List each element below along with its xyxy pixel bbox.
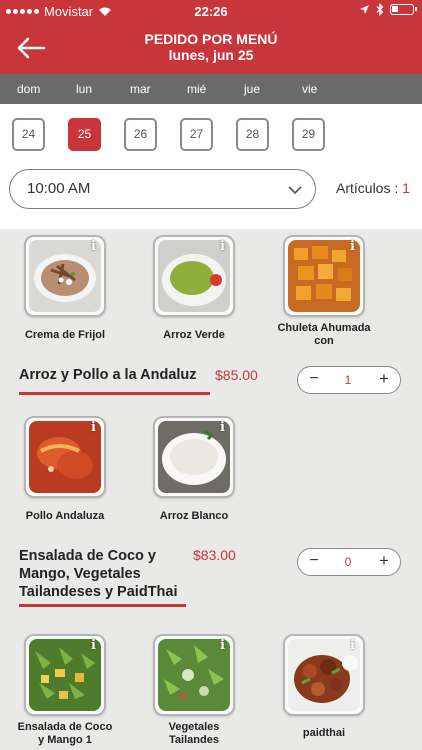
combo-title-line: Ensalada de Coco y	[19, 548, 156, 564]
dish-name-vegetales-tailandes: Vegetales Tailandes	[139, 721, 249, 747]
combo-underline	[19, 392, 210, 395]
dish-name-arroz-blanco: Arroz Blanco	[159, 510, 229, 522]
time-select-value: 10:00 AM	[27, 180, 91, 197]
info-icon[interactable]: i	[220, 239, 225, 254]
combo-title-line: Mango, Vegetales	[19, 566, 141, 582]
dish-name-line: y Mango 1	[38, 734, 92, 746]
page-subtitle: lunes, jun 25	[168, 47, 254, 63]
info-icon[interactable]: i	[350, 638, 355, 653]
battery-icon	[390, 4, 417, 15]
dish-image-arroz-blanco[interactable]: i	[153, 416, 235, 498]
increment-button[interactable]: +	[374, 369, 394, 389]
dish-name-line: Tailandes	[169, 734, 219, 746]
info-icon[interactable]: i	[91, 239, 96, 254]
day-label-mie: mié	[187, 82, 207, 96]
location-icon	[360, 5, 369, 14]
dish-name-line: Ensalada de Coco	[17, 721, 113, 733]
combo-title-arroz-pollo: Arroz y Pollo a la Andaluz	[19, 367, 197, 383]
articulos-count: 1	[402, 180, 410, 196]
combo-price-ensalada-coco: $83.00	[193, 547, 236, 563]
dish-name-pollo-andaluza: Pollo Andaluza	[25, 510, 105, 522]
combo-price-arroz-pollo: $85.00	[215, 367, 258, 383]
quantity-stepper-ensalada-coco: − 0 +	[297, 548, 401, 576]
increment-button[interactable]: +	[374, 551, 394, 571]
info-icon[interactable]: i	[350, 239, 355, 254]
day-label-jue: jue	[244, 82, 261, 96]
dish-name-line: Vegetales	[168, 721, 220, 733]
day-label-dom: dom	[17, 82, 41, 96]
dish-name-crema-de-frijol: Crema de Frijol	[24, 329, 106, 341]
time-select[interactable]: 10:00 AM	[9, 169, 316, 209]
decrement-button[interactable]: −	[304, 370, 324, 388]
quantity-value: 1	[344, 373, 352, 387]
date-25-button[interactable]: 25	[68, 118, 101, 151]
dish-name-chuleta-ahumada: Chuleta Ahumada con	[277, 322, 371, 347]
date-29-button[interactable]: 29	[292, 118, 325, 151]
dish-image-pollo-andaluza[interactable]: i	[24, 416, 106, 498]
dish-name-paidthai: paidthai	[302, 727, 346, 739]
menu-content: i Crema de Frijol i Arroz Verde i Chulet…	[0, 229, 422, 750]
torn-paper-edge	[0, 216, 422, 227]
quantity-stepper-arroz-pollo: − 1 +	[297, 366, 401, 394]
combo-underline	[19, 604, 186, 607]
info-icon[interactable]: i	[91, 638, 96, 653]
bluetooth-icon	[376, 3, 384, 16]
info-icon[interactable]: i	[220, 420, 225, 435]
header-bar: PEDIDO POR MENÚ lunes, jun 25	[0, 24, 422, 74]
articulos-label: Artículos :	[336, 180, 399, 196]
date-24-button[interactable]: 24	[12, 118, 45, 151]
date-28-button[interactable]: 28	[236, 118, 269, 151]
quantity-value: 0	[344, 555, 352, 569]
decrement-button[interactable]: −	[304, 552, 324, 570]
dish-name-ensalada-coco: Ensalada de Coco y Mango 1	[10, 721, 120, 747]
date-27-button[interactable]: 27	[180, 118, 213, 151]
day-label-vie: vie	[302, 82, 318, 96]
info-icon[interactable]: i	[91, 420, 96, 435]
dish-image-ensalada-coco[interactable]: i	[24, 634, 106, 716]
day-names-bar: dom lun mar mié jue vie	[0, 74, 422, 104]
combo-title-ensalada-coco: Ensalada de Coco y Mango, Vegetales Tail…	[19, 547, 178, 601]
status-bar: Movistar 22:26	[0, 0, 422, 24]
dish-image-crema-de-frijol[interactable]: i	[24, 235, 106, 317]
date-picker-area: 24 25 26 27 28 29 10:00 AM Artículos : 1	[0, 104, 422, 229]
dish-image-paidthai[interactable]: i	[283, 634, 365, 716]
dish-image-arroz-verde[interactable]: i	[153, 235, 235, 317]
day-label-mar: mar	[130, 82, 151, 96]
date-26-button[interactable]: 26	[124, 118, 157, 151]
status-right-group	[359, 3, 417, 16]
articulos-counter: Artículos : 1	[336, 180, 410, 196]
dish-name-arroz-verde: Arroz Verde	[163, 329, 225, 341]
combo-title-line: Tailandeses y PaidThai	[19, 584, 178, 600]
dish-image-vegetales-tailandes[interactable]: i	[153, 634, 235, 716]
chevron-down-icon	[288, 186, 302, 195]
day-label-lun: lun	[76, 82, 93, 96]
page-title: PEDIDO POR MENÚ	[144, 31, 278, 47]
info-icon[interactable]: i	[220, 638, 225, 653]
dish-image-chuleta-ahumada[interactable]: i	[283, 235, 365, 317]
